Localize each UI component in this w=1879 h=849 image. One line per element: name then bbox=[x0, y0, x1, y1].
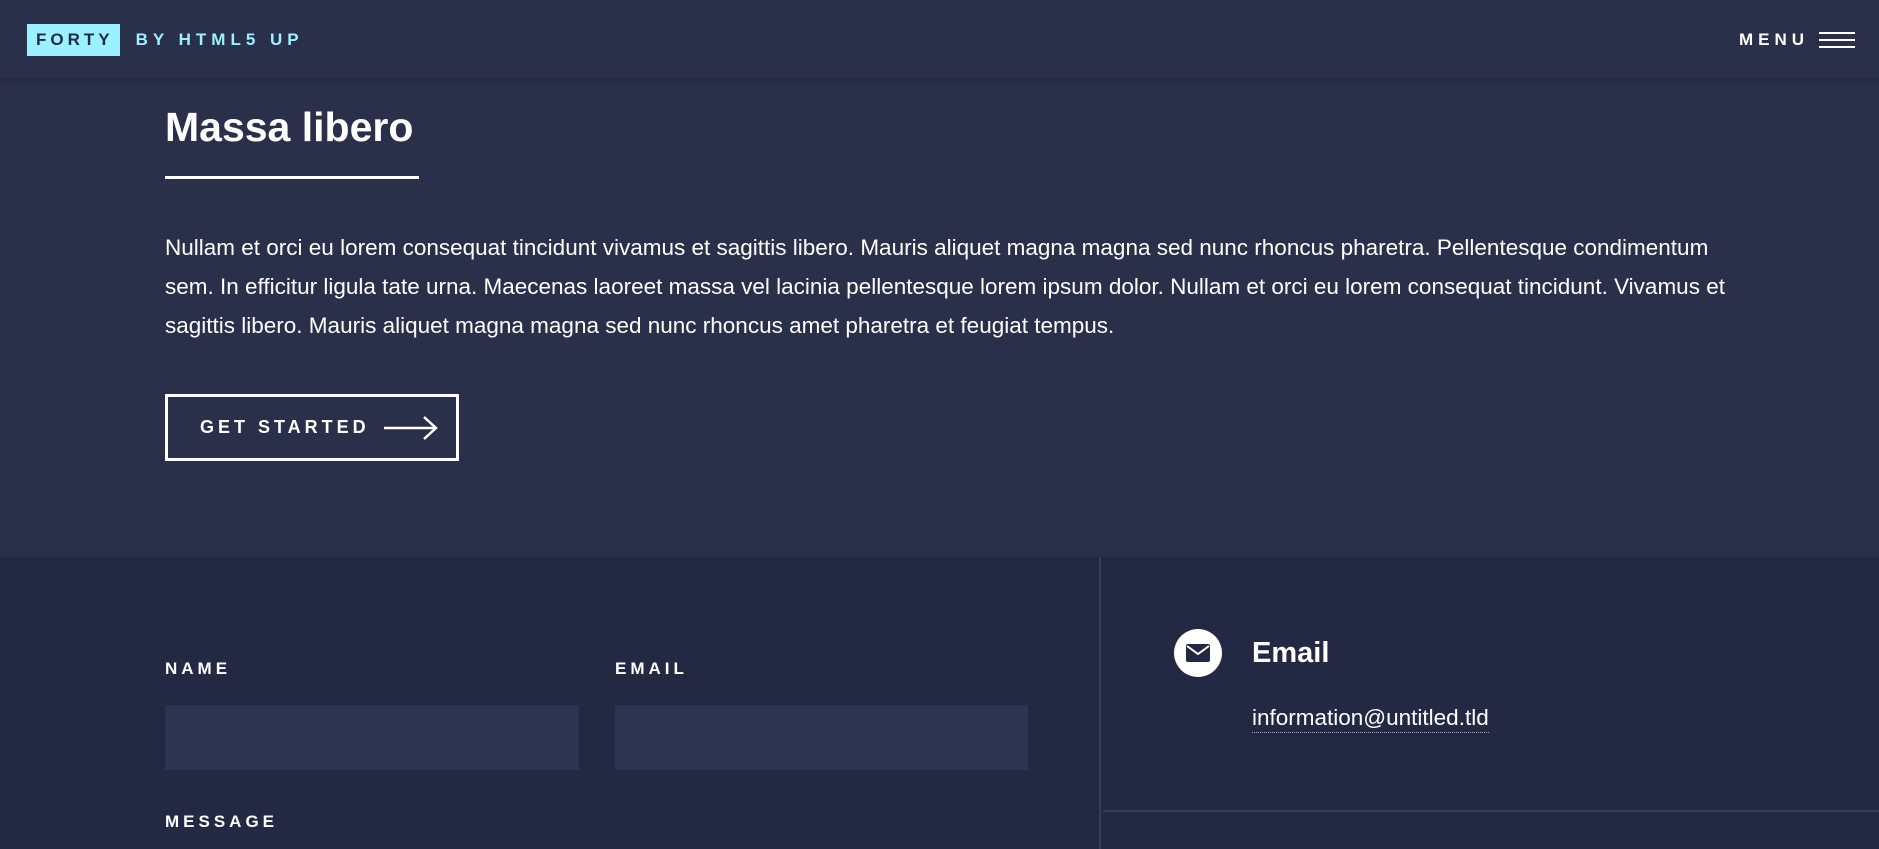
logo-box: FORTY bbox=[27, 24, 120, 56]
contact-section: NAME EMAIL MESSAGE Email information@unt… bbox=[0, 557, 1879, 849]
banner-section: Massa libero Nullam et orci eu lorem con… bbox=[0, 78, 1879, 557]
logo-byline: BY HTML5 UP bbox=[135, 30, 304, 49]
envelope-glyph bbox=[1186, 644, 1210, 662]
menu-button[interactable]: MENU bbox=[1739, 24, 1855, 56]
email-heading: Email bbox=[1252, 637, 1330, 669]
menu-label: MENU bbox=[1738, 30, 1809, 49]
page-title: Massa libero bbox=[165, 104, 414, 150]
get-started-label: GET STARTED bbox=[200, 417, 370, 437]
info-divider bbox=[1103, 810, 1879, 812]
get-started-button[interactable]: GET STARTED bbox=[165, 394, 459, 461]
contact-info: Email information@untitled.tld bbox=[1103, 557, 1879, 849]
lead-paragraph: Nullam et orci eu lorem consequat tincid… bbox=[165, 235, 1725, 338]
email-label: EMAIL bbox=[615, 659, 688, 678]
email-input[interactable] bbox=[615, 705, 1028, 770]
message-label: MESSAGE bbox=[165, 812, 279, 831]
site-logo[interactable]: FORTY BY HTML5 UP bbox=[27, 24, 304, 56]
site-header: FORTY BY HTML5 UP MENU bbox=[0, 0, 1879, 78]
hamburger-icon bbox=[1819, 31, 1855, 49]
envelope-icon bbox=[1174, 629, 1222, 677]
contact-form: NAME EMAIL MESSAGE bbox=[0, 557, 1101, 849]
name-input[interactable] bbox=[165, 705, 579, 770]
title-underline bbox=[165, 176, 419, 179]
name-label: NAME bbox=[165, 659, 232, 678]
email-link[interactable]: information@untitled.tld bbox=[1252, 705, 1489, 733]
arrow-right-icon bbox=[383, 415, 438, 440]
